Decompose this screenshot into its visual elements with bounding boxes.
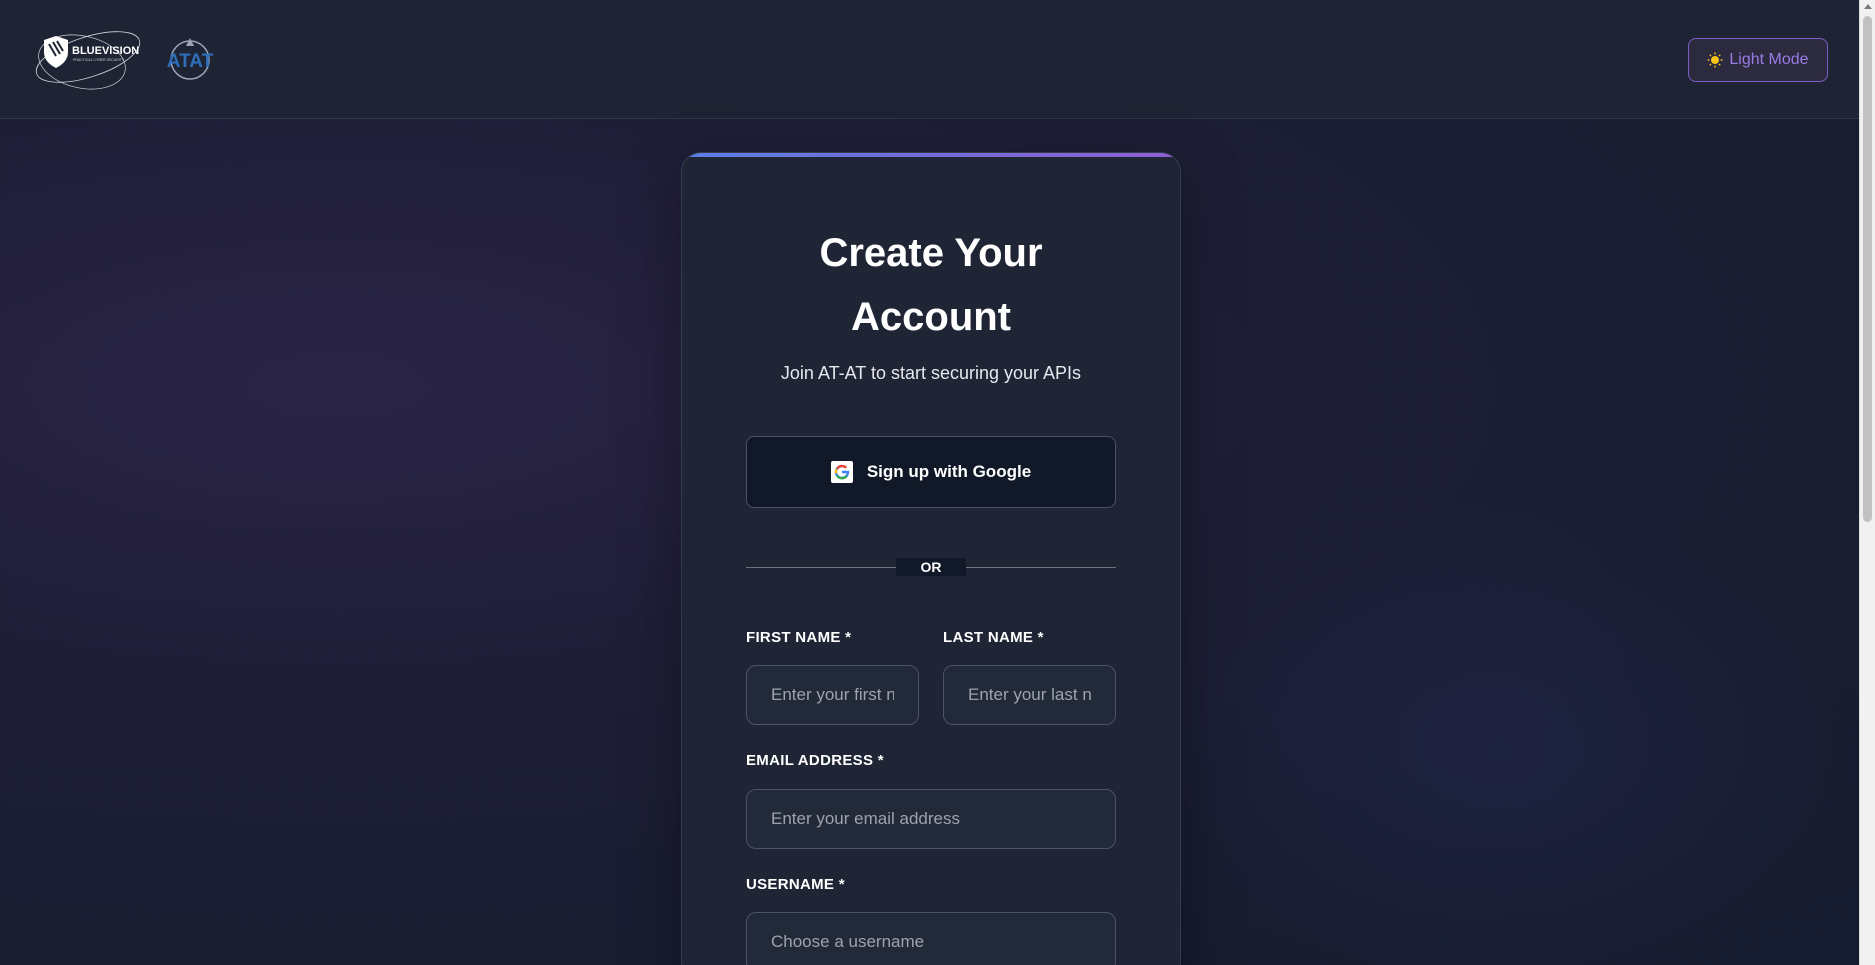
email-address-input[interactable] [746, 789, 1116, 849]
background-glow [1150, 500, 1850, 965]
bluevision-logo[interactable]: BLUEVISION PRACTICAL CYBER SECURITY [32, 24, 150, 94]
page-subtitle: Join AT-AT to start securing your APIs [780, 363, 1082, 383]
card-accent-bar [682, 153, 1180, 157]
page-title-line-1: Create Your [819, 231, 1043, 275]
google-icon [830, 461, 853, 483]
light-mode-toggle-button[interactable]: Light Mode [1688, 38, 1828, 82]
vertical-scrollbar[interactable] [1859, 0, 1875, 965]
atat-logo[interactable]: ATAT [160, 34, 220, 86]
scrollbar-thumb[interactable] [1863, 16, 1872, 522]
first-name-input[interactable] [746, 665, 919, 725]
last-name-label: LAST NAME * [943, 629, 1044, 646]
last-name-input[interactable] [943, 665, 1116, 725]
page-title-line-2: Account [851, 295, 1011, 339]
email-address-label: EMAIL ADDRESS * [746, 752, 884, 769]
sign-up-with-google-button[interactable]: Sign up with Google [746, 436, 1116, 508]
scroll-up-arrow-icon[interactable] [1864, 4, 1872, 9]
divider-or-text: OR [896, 558, 966, 576]
sun-icon [1707, 52, 1723, 68]
bluevision-wordmark: BLUEVISION [72, 45, 139, 57]
google-button-label: Sign up with Google [866, 462, 1032, 481]
bluevision-tagline: PRACTICAL CYBER SECURITY [73, 58, 125, 62]
top-navigation-bar: BLUEVISION PRACTICAL CYBER SECURITY ATAT… [0, 0, 1859, 119]
atat-wordmark: ATAT [167, 51, 214, 72]
signup-card: Create Your Account Join AT-AT to start … [681, 152, 1181, 965]
first-name-label: FIRST NAME * [746, 629, 852, 646]
light-mode-label: Light Mode [1729, 51, 1809, 68]
username-label: USERNAME * [746, 876, 845, 893]
page-title: Create Your Account [682, 221, 1180, 349]
username-input[interactable] [746, 912, 1116, 965]
